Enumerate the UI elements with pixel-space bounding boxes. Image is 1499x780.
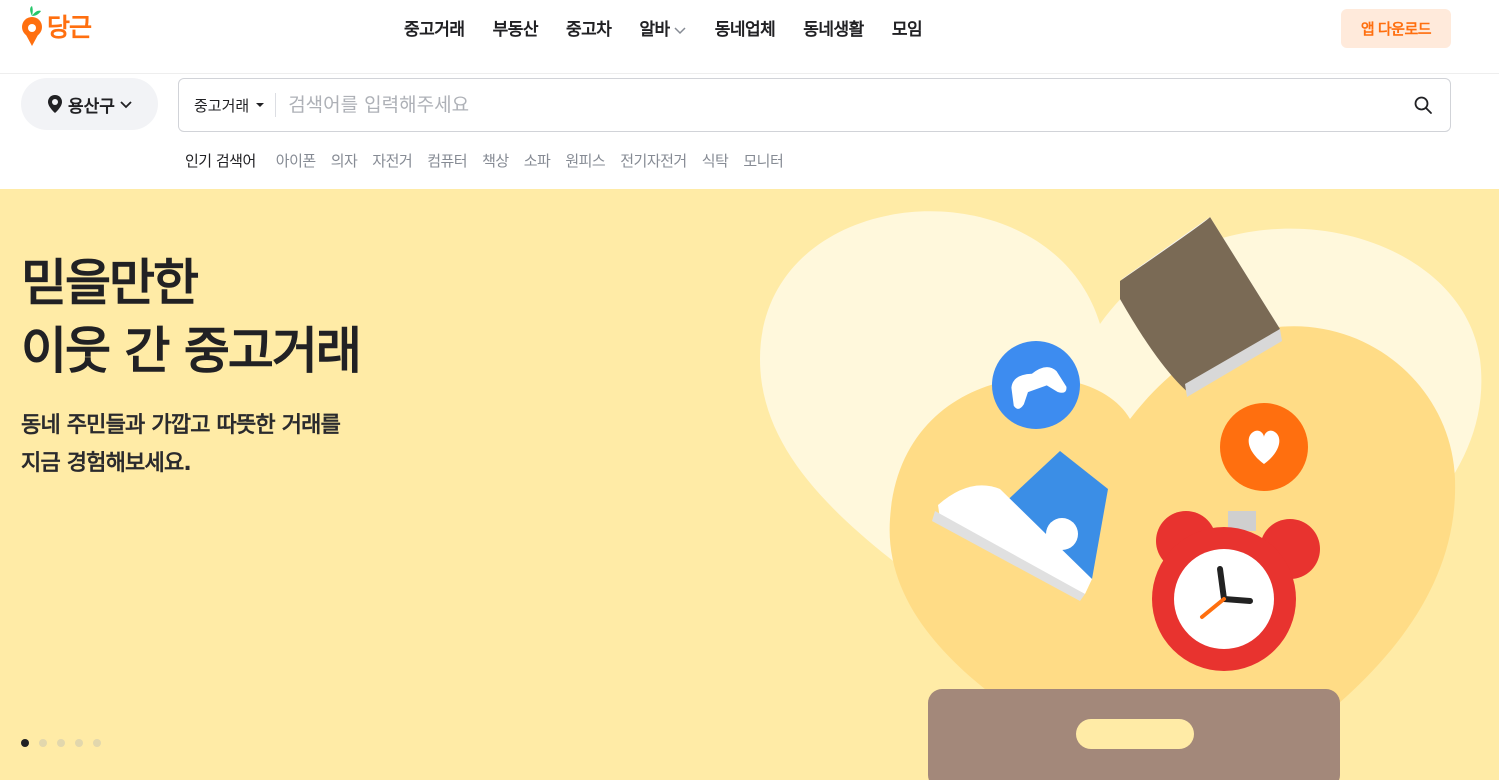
popular-keyword[interactable]: 전기자전거 <box>620 150 687 171</box>
popular-keyword[interactable]: 책상 <box>482 150 509 171</box>
hero-illustration <box>760 211 1482 780</box>
search-icon <box>1414 96 1432 114</box>
slide-dot[interactable] <box>39 739 47 747</box>
popular-keyword[interactable]: 자전거 <box>372 150 412 171</box>
location-selector[interactable]: 용산구 <box>21 78 158 130</box>
hero-title: 믿을만한 이웃 간 중고거래 <box>21 249 362 385</box>
hero-subtitle-line: 지금 경험해보세요. <box>21 451 192 476</box>
nav-label: 중고차 <box>565 20 612 40</box>
popular-keyword[interactable]: 컴퓨터 <box>427 150 467 171</box>
search-button[interactable] <box>1396 79 1450 131</box>
popular-keyword[interactable]: 원피스 <box>565 150 605 171</box>
slide-dot[interactable] <box>21 739 29 747</box>
popular-keywords-label: 인기 검색어 <box>185 152 256 170</box>
nav-label: 알바 <box>639 20 670 40</box>
chevron-down-icon <box>120 101 132 109</box>
nav-label: 동네업체 <box>714 20 776 40</box>
nav-label: 중고거래 <box>404 20 465 40</box>
nav-item-real-estate[interactable]: 부동산 <box>479 17 552 43</box>
popular-keyword[interactable]: 의자 <box>331 150 358 171</box>
hero-subtitle: 동네 주민들과 가깝고 따뜻한 거래를 지금 경험해보세요. <box>21 407 341 483</box>
popular-keywords: 인기 검색어 아이폰 의자 자전거 컴퓨터 책상 소파 원피스 전기자전거 식탁… <box>185 150 798 171</box>
search-category-label: 중고거래 <box>194 96 250 115</box>
chevron-down-icon <box>674 27 686 35</box>
nav-item-part-time[interactable]: 알바 <box>625 17 700 43</box>
logo[interactable]: 당근 <box>20 6 92 46</box>
nav-item-used-trade[interactable]: 중고거래 <box>390 17 479 43</box>
popular-keyword[interactable]: 소파 <box>524 150 551 171</box>
app-download-button[interactable]: 앱 다운로드 <box>1341 9 1451 48</box>
slide-dot[interactable] <box>93 739 101 747</box>
popular-keyword[interactable]: 아이폰 <box>276 150 316 171</box>
search-box: 중고거래 <box>178 78 1451 132</box>
slide-indicator <box>21 739 101 747</box>
site-header: 당근 중고거래 부동산 중고차 알바 동네업체 동네생활 모임 앱 다운로드 <box>0 0 1499 74</box>
popular-keyword[interactable]: 모니터 <box>743 150 783 171</box>
slide-dot[interactable] <box>75 739 83 747</box>
search-input[interactable] <box>276 79 1396 131</box>
nav-item-used-car[interactable]: 중고차 <box>552 17 625 43</box>
location-label: 용산구 <box>68 96 115 117</box>
logo-text: 당근 <box>47 13 92 42</box>
nav-label: 모임 <box>891 20 923 40</box>
slide-dot[interactable] <box>57 739 65 747</box>
nav-item-local-business[interactable]: 동네업체 <box>701 17 790 43</box>
hero-title-line: 이웃 간 중고거래 <box>21 322 362 380</box>
main-nav: 중고거래 부동산 중고차 알바 동네업체 동네생활 모임 <box>390 17 936 43</box>
hero-subtitle-line: 동네 주민들과 가깝고 따뜻한 거래를 <box>21 413 341 438</box>
hero-title-line: 믿을만한 <box>21 254 199 312</box>
location-pin-icon <box>48 95 63 113</box>
carrot-logo-icon <box>22 6 42 46</box>
search-category-select[interactable]: 중고거래 <box>179 93 277 117</box>
nav-label: 부동산 <box>492 20 539 40</box>
nav-item-local-life[interactable]: 동네생활 <box>789 17 878 43</box>
nav-label: 동네생활 <box>803 20 864 40</box>
caret-down-icon <box>256 103 265 107</box>
nav-item-meetup[interactable]: 모임 <box>878 17 936 43</box>
popular-keyword[interactable]: 식탁 <box>702 150 729 171</box>
hero-banner: 믿을만한 이웃 간 중고거래 동네 주민들과 가깝고 따뜻한 거래를 지금 경험… <box>0 189 1499 780</box>
box-icon <box>928 689 1340 780</box>
